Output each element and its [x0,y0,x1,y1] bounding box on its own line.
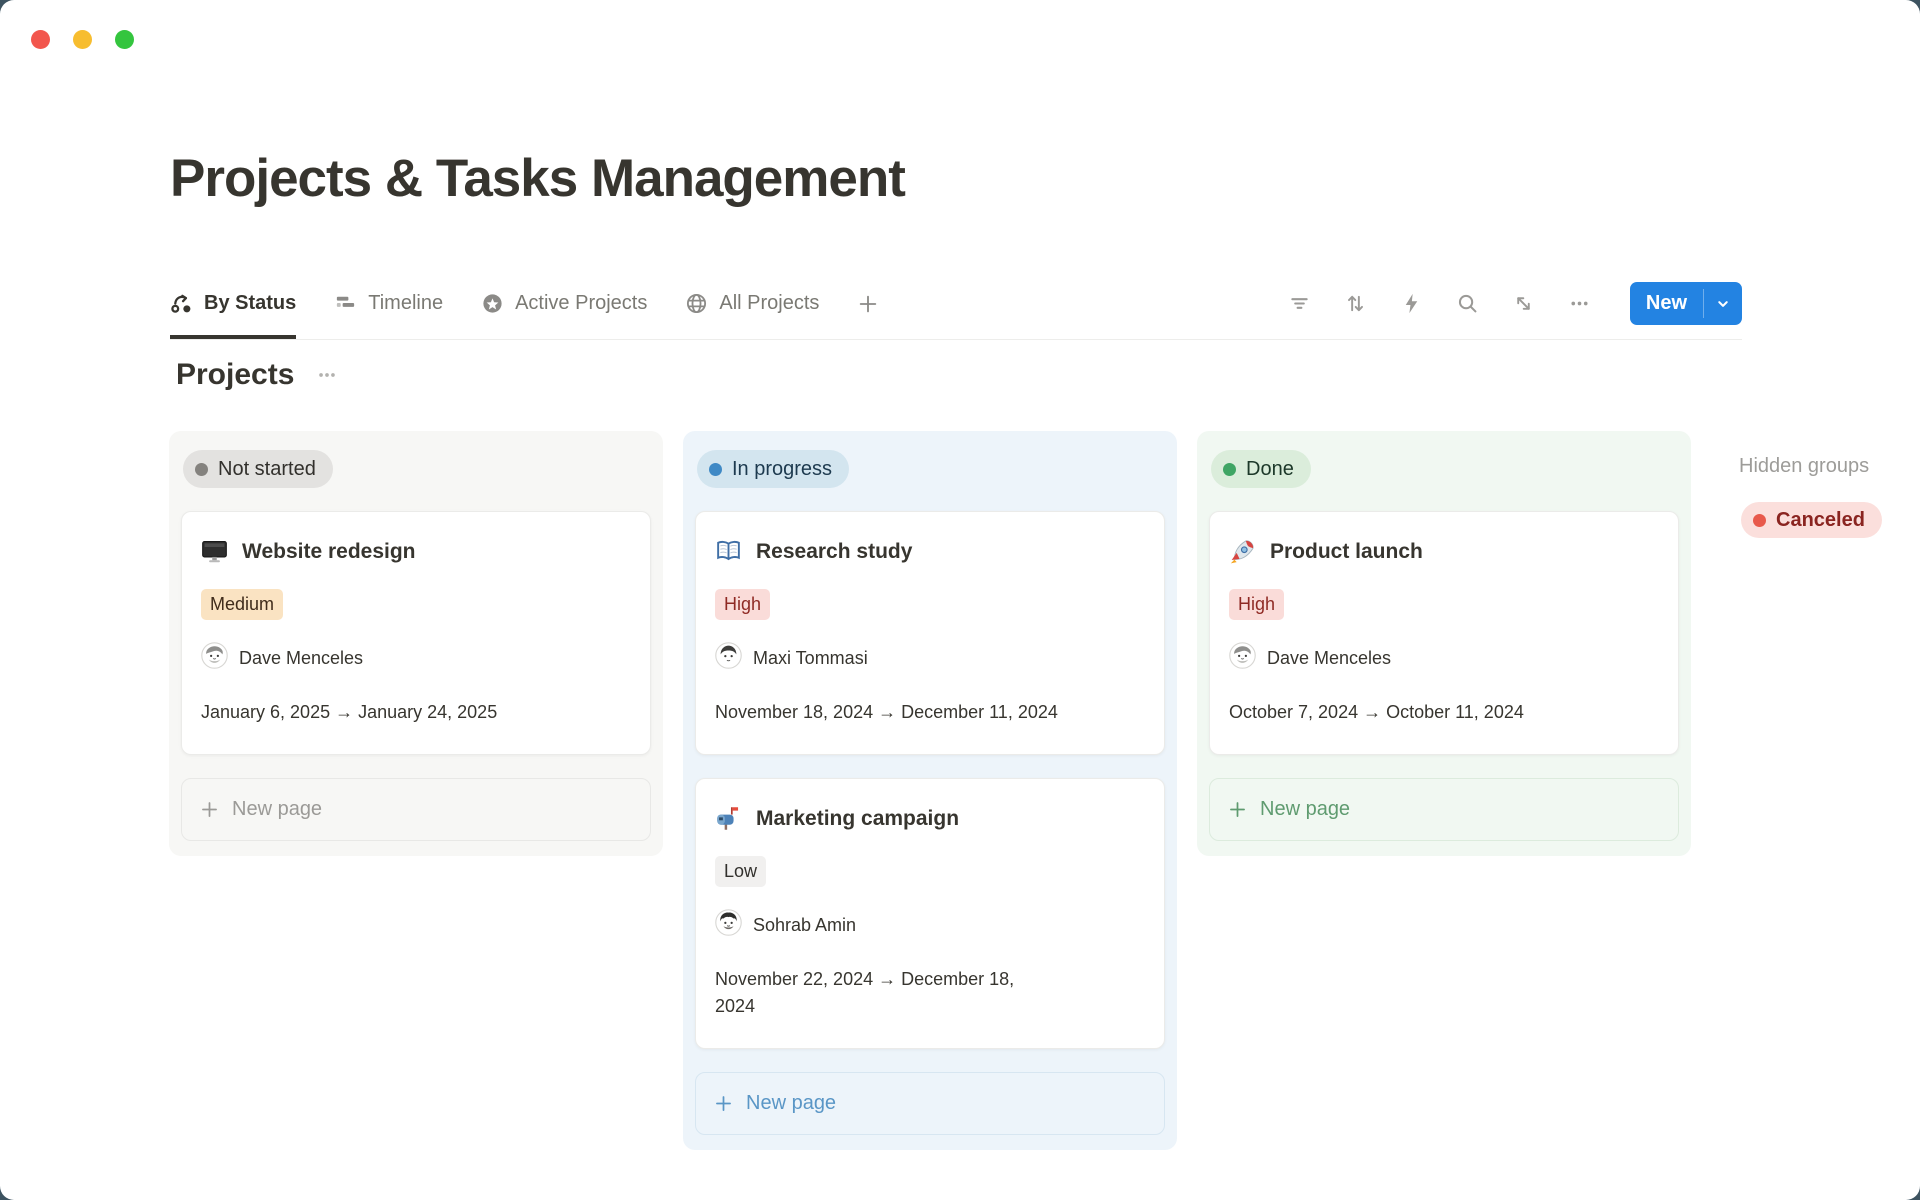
new-page-label: New page [1260,798,1350,821]
group-badge-done[interactable]: Done [1211,450,1311,488]
card-product-launch[interactable]: Product launch High Dave M [1209,511,1679,755]
card-dates: October 7, 2024 → October 11, 2024 [1229,699,1659,726]
group-label: In progress [732,458,832,481]
more-icon[interactable] [1568,292,1591,315]
tab-label: Timeline [368,292,443,315]
zap-icon[interactable] [1400,292,1423,315]
column-not-started: Not started Website redesign Medium [169,431,663,856]
card-research-study[interactable]: Research study High Maxi Tommasi [695,511,1165,755]
mailbox-icon [715,805,742,832]
card-title: Product launch [1270,540,1423,564]
avatar-maxi-tommasi [715,642,742,674]
status-dot [709,463,722,476]
group-label: Done [1246,458,1294,481]
card-dates: November 22, 2024 → December 18, 2024 [715,966,1050,1020]
window-controls [31,30,134,49]
card-title: Research study [756,540,912,564]
add-view-button[interactable] [857,268,879,339]
new-button-label: New [1630,282,1703,325]
assignee-name: Dave Menceles [1267,648,1391,669]
tab-label: All Projects [719,292,819,315]
expand-icon[interactable] [1512,292,1535,315]
card-dates: January 6, 2025 → January 24, 2025 [201,699,631,726]
plus-icon [857,293,879,315]
assignee-row: Dave Menceles [1229,642,1659,674]
group-badge-in-progress[interactable]: In progress [697,450,849,488]
assignee-row: Dave Menceles [201,642,631,674]
zoom-window-button[interactable] [115,30,134,49]
column-done: Done Product launch High [1197,431,1691,856]
ellipsis-icon[interactable] [316,364,338,386]
assignee-name: Dave Menceles [239,648,363,669]
priority-badge: Low [715,856,766,887]
group-label: Not started [218,458,316,481]
page-title: Projects & Tasks Management [170,148,905,209]
assignee-name: Maxi Tommasi [753,648,868,669]
group-badge-not-started[interactable]: Not started [183,450,333,488]
group-label: Canceled [1776,509,1865,532]
minimize-window-button[interactable] [73,30,92,49]
priority-badge: Medium [201,589,283,620]
new-button[interactable]: New [1630,282,1742,325]
assignee-row: Maxi Tommasi [715,642,1145,674]
rocket-icon [1229,538,1256,565]
kanban-board: Not started Website redesign Medium [169,431,1920,1150]
avatar-dave-menceles [201,642,228,674]
card-marketing-campaign[interactable]: Marketing campaign Low Soh [695,778,1165,1049]
column-in-progress: In progress Research study High [683,431,1177,1150]
hidden-groups-panel: Hidden groups Canceled [1739,431,1920,538]
card-dates: November 18, 2024 → December 11, 2024 [715,699,1145,726]
timeline-icon [334,292,357,315]
tab-all-projects[interactable]: All Projects [685,268,819,339]
chevron-down-icon[interactable] [1704,282,1742,325]
tab-active-projects[interactable]: Active Projects [481,268,647,339]
hidden-groups-label: Hidden groups [1739,455,1920,478]
section-title: Projects [176,358,294,392]
new-page-button-in-progress[interactable]: New page [695,1072,1165,1135]
view-toolbar: New [1288,282,1742,325]
tab-label: By Status [204,292,296,315]
priority-badge: High [715,589,770,620]
board-status-icon [170,292,193,315]
new-page-label: New page [746,1092,836,1115]
assignee-name: Sohrab Amin [753,915,856,936]
desktop-computer-icon [201,538,228,565]
new-page-button-not-started[interactable]: New page [181,778,651,841]
assignee-row: Sohrab Amin [715,909,1145,941]
globe-icon [685,292,708,315]
tab-timeline[interactable]: Timeline [334,268,443,339]
search-icon[interactable] [1456,292,1479,315]
status-dot [195,463,208,476]
tab-by-status[interactable]: By Status [170,268,296,339]
status-dot [1753,514,1766,527]
avatar-dave-menceles [1229,642,1256,674]
star-circle-icon [481,292,504,315]
new-page-button-done[interactable]: New page [1209,778,1679,841]
card-website-redesign[interactable]: Website redesign Medium Da [181,511,651,755]
section-header: Projects [176,358,338,392]
open-book-icon [715,538,742,565]
view-tabs: By Status Timeline [170,268,879,339]
group-badge-canceled[interactable]: Canceled [1741,502,1882,538]
status-dot [1223,463,1236,476]
close-window-button[interactable] [31,30,50,49]
app-window: Projects & Tasks Management By Status [0,0,1920,1200]
tab-label: Active Projects [515,292,647,315]
sort-icon[interactable] [1344,292,1367,315]
card-title: Website redesign [242,540,416,564]
avatar-sohrab-amin [715,909,742,941]
priority-badge: High [1229,589,1284,620]
view-tab-bar: By Status Timeline [170,268,1742,340]
card-title: Marketing campaign [756,807,959,831]
filter-icon[interactable] [1288,292,1311,315]
new-page-label: New page [232,798,322,821]
